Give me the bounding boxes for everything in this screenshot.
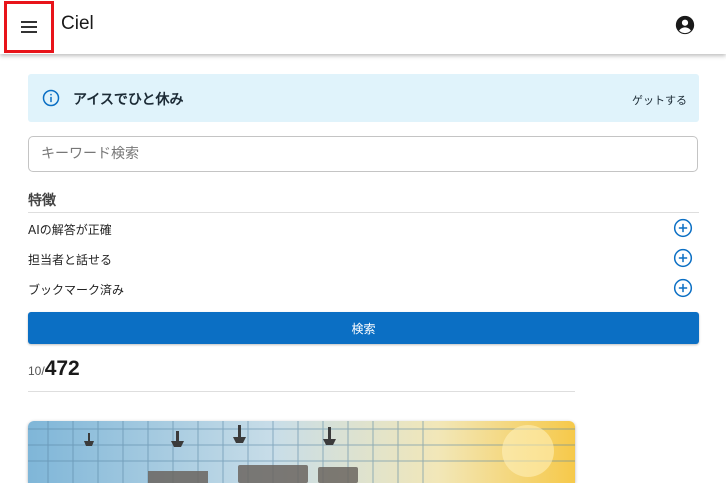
search-button[interactable]: 検索 bbox=[28, 312, 699, 344]
result-card-image[interactable] bbox=[28, 421, 575, 483]
feature-item-bookmarked[interactable]: ブックマーク済み bbox=[28, 274, 699, 302]
banner-get-link[interactable]: ゲットする bbox=[632, 92, 687, 108]
result-count: 10/472 bbox=[28, 357, 80, 381]
banner-title: アイスでひと休み bbox=[73, 92, 184, 108]
feature-item-ai-accurate[interactable]: AIの解答が正確 bbox=[28, 214, 699, 242]
office-photo-image bbox=[28, 421, 575, 483]
plus-circle-icon[interactable] bbox=[673, 278, 693, 298]
menu-button[interactable] bbox=[4, 1, 54, 53]
plus-circle-icon[interactable] bbox=[673, 218, 693, 238]
result-shown: 10/ bbox=[28, 364, 45, 378]
account-button[interactable] bbox=[674, 14, 696, 36]
features-heading: 特徴 bbox=[28, 193, 56, 209]
hamburger-menu-icon bbox=[21, 21, 37, 33]
result-total: 472 bbox=[44, 357, 80, 380]
plus-circle-icon[interactable] bbox=[673, 248, 693, 268]
account-circle-icon bbox=[675, 15, 695, 35]
app-title: Ciel bbox=[61, 13, 94, 34]
divider bbox=[28, 212, 699, 213]
keyword-search-input[interactable] bbox=[28, 136, 698, 172]
feature-item-talk-to-agent[interactable]: 担当者と話せる bbox=[28, 244, 699, 272]
promo-banner: アイスでひと休み ゲットする bbox=[28, 74, 699, 122]
feature-label: AIの解答が正確 bbox=[28, 223, 112, 237]
info-icon bbox=[42, 89, 60, 107]
app-bar: Ciel bbox=[0, 0, 726, 54]
feature-label: ブックマーク済み bbox=[28, 283, 125, 297]
divider bbox=[28, 391, 575, 392]
feature-label: 担当者と話せる bbox=[28, 253, 113, 267]
